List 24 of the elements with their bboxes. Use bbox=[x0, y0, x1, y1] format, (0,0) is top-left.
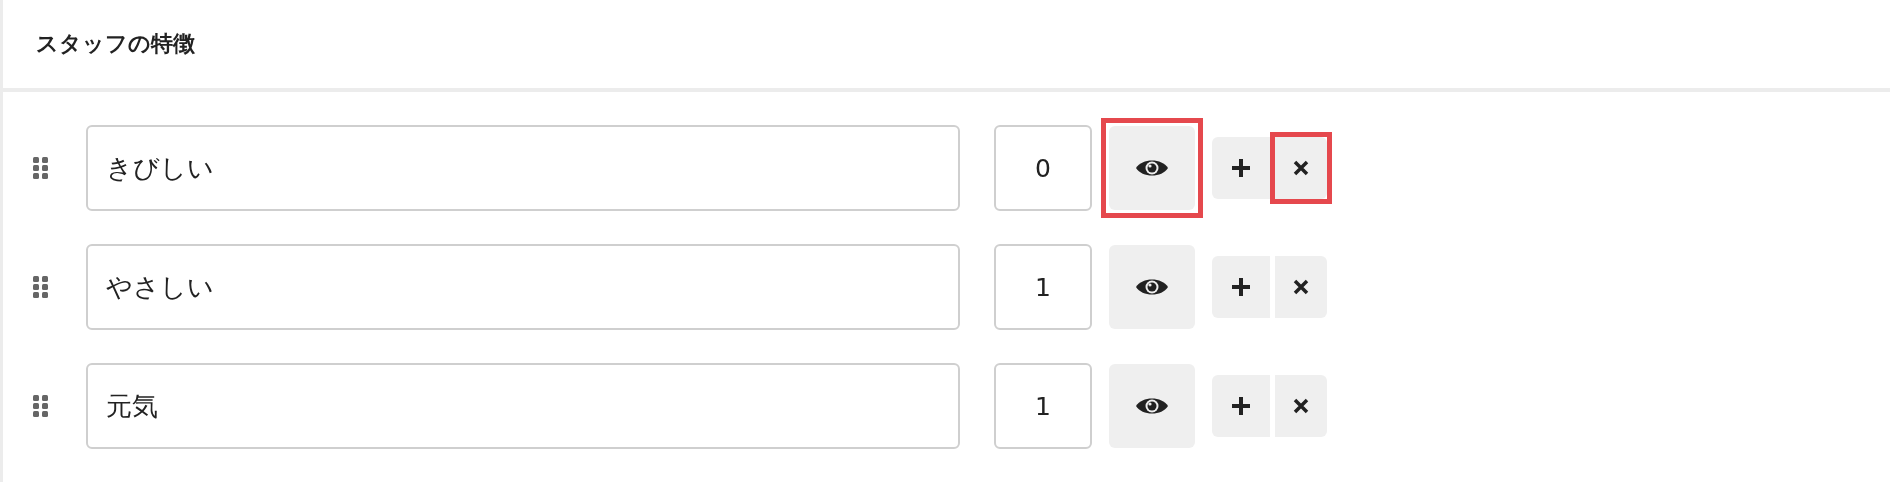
drag-handle-icon[interactable] bbox=[33, 276, 48, 298]
count-field[interactable]: 0 bbox=[994, 125, 1092, 211]
count-field[interactable]: 1 bbox=[994, 363, 1092, 449]
plus-icon bbox=[1230, 395, 1252, 417]
remove-button[interactable] bbox=[1275, 375, 1327, 437]
drag-handle-icon[interactable] bbox=[33, 395, 48, 417]
plus-icon bbox=[1230, 276, 1252, 298]
view-button[interactable] bbox=[1109, 364, 1195, 448]
count-field[interactable]: 1 bbox=[994, 244, 1092, 330]
add-button[interactable] bbox=[1212, 137, 1270, 199]
close-icon bbox=[1292, 159, 1310, 177]
name-field[interactable]: 元気 bbox=[86, 363, 960, 449]
view-button[interactable] bbox=[1109, 245, 1195, 329]
close-icon bbox=[1292, 278, 1310, 296]
drag-handle-icon[interactable] bbox=[33, 157, 48, 179]
remove-button[interactable] bbox=[1275, 256, 1327, 318]
name-field[interactable]: きびしい bbox=[86, 125, 960, 211]
plus-icon bbox=[1230, 157, 1252, 179]
name-field[interactable]: やさしい bbox=[86, 244, 960, 330]
add-button[interactable] bbox=[1212, 256, 1270, 318]
panel-title: スタッフの特徴 bbox=[36, 30, 195, 58]
close-icon bbox=[1292, 397, 1310, 415]
view-button[interactable] bbox=[1109, 126, 1195, 210]
add-button[interactable] bbox=[1212, 375, 1270, 437]
